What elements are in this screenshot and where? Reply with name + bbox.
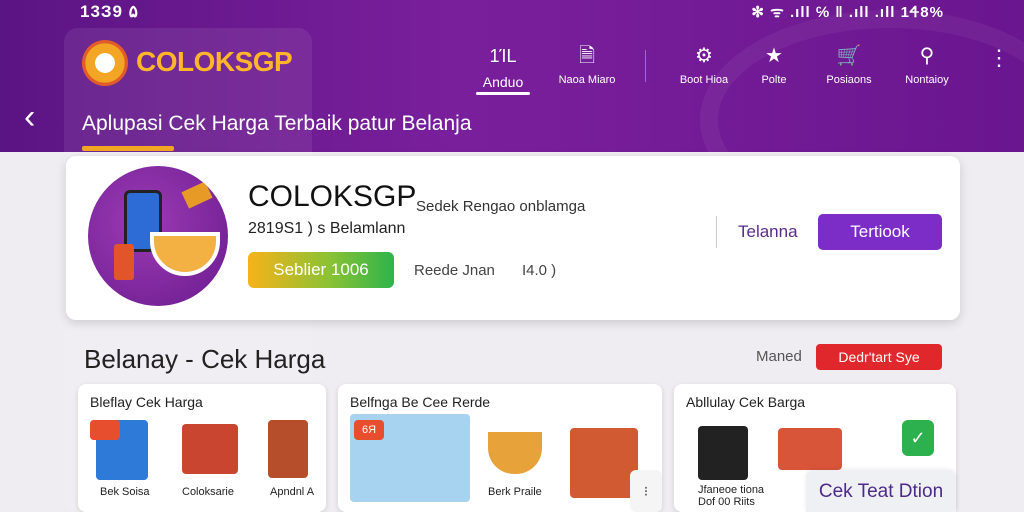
receipt-icon[interactable]: ✓ [902,420,934,456]
product-label: Dof 00 Riits [698,496,755,508]
chevron-left-icon[interactable]: ‹ [24,100,46,134]
more-vert-icon[interactable]: ⋮ [988,47,1010,69]
product-label: Coloksarie [182,486,234,498]
product-card-title: Bleflay Cek Harga [90,394,203,410]
nav-label: Posiaons [826,74,872,86]
nav-item-boot-hioa[interactable]: ⚙ Boot Hioa [672,44,736,86]
unicorn-logo-icon [82,40,128,86]
scroll-handle[interactable]: ⁝ [630,470,662,512]
subtitle-underline [82,146,174,151]
product-card-title: Belfnga Be Cee Rerde [350,394,491,410]
profile-badge: Seblier 1006 [248,252,394,288]
brand-name: COLOKSGP [136,46,293,77]
document-icon: 🗎 [578,45,596,67]
nav-anduo-icon: 1ΊL [489,46,517,66]
nav-label: Nontaioy [905,74,949,86]
divider [716,216,717,248]
product-card[interactable]: Bleflay Cek Harga 6З Bek Soisa Coloksari… [78,384,326,512]
nav-active-indicator [476,92,530,95]
nav-label: Anduo [482,74,524,90]
nav-label: Naoa Miaro [558,74,616,86]
package-product-image [268,420,308,478]
product-card[interactable]: Belfnga Be Cee Rerde 6Я Berk Praile [338,384,662,512]
nav-label: Polte [761,74,787,86]
section-badge[interactable]: Dedr'tart Sye [816,344,942,370]
product-label: Apndnl A [270,486,315,498]
profile-card: COLOKSGP Sedek Rengao onblamga 2819S1 ) … [66,156,960,320]
snack-product-image [182,424,238,474]
star-icon: ★ [765,45,783,67]
fries-graphic [181,181,213,209]
cart-icon: 🛒 [836,45,862,67]
nav-label: Boot Hioa [679,74,729,86]
nav-item-anduo[interactable]: 1ΊL Anduo [476,44,530,90]
nav-item-nontaioy[interactable]: ⚲ Nontaioy [898,44,956,86]
nav-divider [645,50,646,82]
status-bar: 13З9 ۵ ✻ ᯤ .ıll ℅ ‖ .ıll .ıll 1Ꮞ8% [0,0,1024,26]
profile-action-button[interactable]: Tertiook [818,214,942,250]
status-time: 13З9 ۵ [80,2,138,21]
price-tag-overlay [90,420,120,440]
section-title: Belanay - Cek Harga [84,344,326,374]
product-card-title: Abllulay Cek Barga [686,394,806,410]
cup-graphic [114,244,134,280]
profile-title: COLOKSGP [248,180,417,213]
notification-icon: ⚲ [919,45,935,67]
profile-stat: Reede Jnan [414,262,495,279]
product-label: Berk Praile [488,486,542,498]
food-bowl-graphic [150,232,220,276]
gear-icon: ⚙ [695,45,713,67]
profile-link[interactable]: Telanna [738,222,798,242]
product-label: Jfaneoe tiona [698,484,765,496]
tablet-product-image [698,426,748,480]
profile-tagline: Sedek Rengao onblamga [416,198,586,215]
food-product-image [778,428,842,470]
nav-item-polte[interactable]: ★ Polte [750,44,798,86]
product-label: Bek Soisa [100,486,150,498]
nav-item-posiaons[interactable]: 🛒 Posiaons [818,44,880,86]
section-filter[interactable]: Maned [756,348,802,365]
profile-subtitle: 2819S1 ) s Belamlann [248,220,406,237]
nav-item-naoa-miaro[interactable]: 🗎 Naoa Miaro [552,44,622,86]
price-tag: 6Я [354,420,384,440]
header-subtitle: Aplupasi Cek Harga Terbaik patur Belanja [82,112,472,135]
noodle-bowl-image [488,432,542,474]
floating-action-button[interactable]: Cek Teat Dtion [806,470,956,512]
snack-pack-image [570,428,638,498]
status-icons: ✻ ᯤ .ıll ℅ ‖ .ıll .ıll 1Ꮞ8% [751,4,944,21]
profile-avatar [88,166,228,306]
profile-stat: I4.0 ) [522,262,557,279]
